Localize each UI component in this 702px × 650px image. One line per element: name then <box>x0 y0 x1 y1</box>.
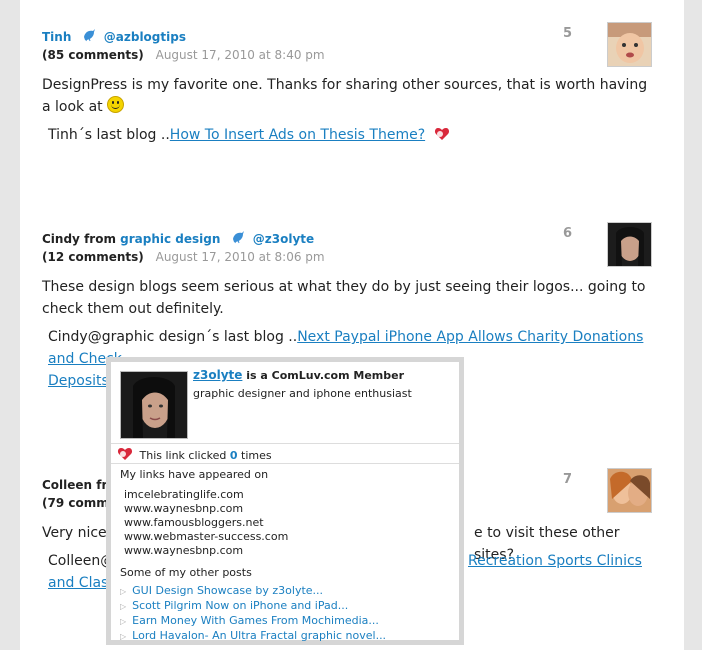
popup-avatar <box>120 371 188 439</box>
divider <box>111 463 459 464</box>
popup-member-text: is a ComLuv.com Member <box>246 369 405 382</box>
divider <box>111 443 459 444</box>
post-link[interactable]: Scott Pilgrim Now on iPhone and iPad... <box>132 599 348 612</box>
comment-date[interactable]: August 17, 2010 at 8:06 pm <box>156 250 325 264</box>
last-blog-link-cont[interactable]: Deposits <box>48 373 109 389</box>
site-item: www.famousbloggers.net <box>124 516 264 529</box>
comment-number: 7 <box>562 472 572 487</box>
popup-description: graphic designer and iphone enthusiast <box>193 387 412 400</box>
site-item: imcelebratinglife.com <box>124 488 244 501</box>
twitter-bird-icon <box>82 28 96 42</box>
last-blog-link[interactable]: How To Insert Ads on Thesis Theme? <box>170 127 425 143</box>
clicks-prefix: This link clicked <box>139 449 227 462</box>
comluv-heart-icon[interactable] <box>434 126 450 140</box>
comluv-member-popup: z3olyte is a ComLuv.com Member graphic d… <box>106 357 464 645</box>
popup-username-link[interactable]: z3olyte <box>193 368 242 382</box>
author-name: Colleen fro <box>42 478 116 492</box>
post-link[interactable]: Earn Money With Games From Mochimedia... <box>132 614 379 627</box>
twitter-handle-link[interactable]: @z3olyte <box>253 232 314 246</box>
post-item: ▷ Scott Pilgrim Now on iPhone and iPad... <box>120 599 386 614</box>
appeared-label: My links have appeared on <box>120 468 269 481</box>
last-blog-prefix: Tinh´s last blog .. <box>48 127 170 143</box>
author-name: Cindy <box>42 232 80 246</box>
clicks-count: 0 <box>229 449 238 462</box>
triangle-bullet-icon: ▷ <box>120 632 127 641</box>
comment-text: These design blogs seem serious at what … <box>42 279 646 317</box>
triangle-bullet-icon: ▷ <box>120 617 127 626</box>
other-posts-label: Some of my other posts <box>120 566 252 579</box>
avatar[interactable] <box>607 222 652 267</box>
post-link[interactable]: Lord Havalon- An Ultra Fractal graphic n… <box>132 629 386 642</box>
comluv-heart-icon <box>117 447 133 461</box>
triangle-bullet-icon: ▷ <box>120 602 127 611</box>
author-site-link[interactable]: graphic design <box>120 232 220 246</box>
other-posts-list: ▷ GUI Design Showcase by z3olyte... ▷ Scot… <box>120 584 386 644</box>
comment-date[interactable]: August 17, 2010 at 8:40 pm <box>156 48 325 62</box>
comment-number: 6 <box>562 226 572 241</box>
last-blog-prefix: Colleen@ <box>48 553 115 569</box>
comment-text-left: Very nice l <box>42 525 116 541</box>
site-item: www.waynesbnp.com <box>124 502 244 515</box>
site-item: www.webmaster-success.com <box>124 530 289 543</box>
smiley-icon <box>106 96 124 113</box>
clicks-suffix: times <box>241 449 272 462</box>
avatar[interactable] <box>607 468 652 513</box>
twitter-handle-link[interactable]: @azblogtips <box>104 30 186 44</box>
post-item: ▷ Earn Money With Games From Mochimedia..… <box>120 614 386 629</box>
triangle-bullet-icon: ▷ <box>120 587 127 596</box>
last-blog-link[interactable]: Recreation Sports Clinics <box>468 550 642 572</box>
comment-text: DesignPress is my favorite one. Thanks f… <box>42 77 648 115</box>
post-link[interactable]: GUI Design Showcase by z3olyte... <box>132 584 323 597</box>
last-blog-prefix: Cindy@graphic design´s last blog .. <box>48 329 298 345</box>
avatar[interactable] <box>607 22 652 67</box>
twitter-bird-icon <box>231 230 245 244</box>
comment-number: 5 <box>562 26 572 41</box>
post-item: ▷ GUI Design Showcase by z3olyte... <box>120 584 386 599</box>
sites-list: imcelebratinglife.com www.waynesbnp.com … <box>124 488 288 558</box>
comment-5: 5 Tinh @azblogtips (85 comments) August … <box>42 22 652 146</box>
comment-count: (85 comments) <box>42 48 144 62</box>
from-label: from <box>84 232 116 246</box>
author-link[interactable]: Tinh <box>42 30 71 44</box>
site-item: www.waynesbnp.com <box>124 544 244 557</box>
post-item: ▷ Lord Havalon- An Ultra Fractal graphic … <box>120 629 386 644</box>
comment-count: (12 comments) <box>42 250 144 264</box>
